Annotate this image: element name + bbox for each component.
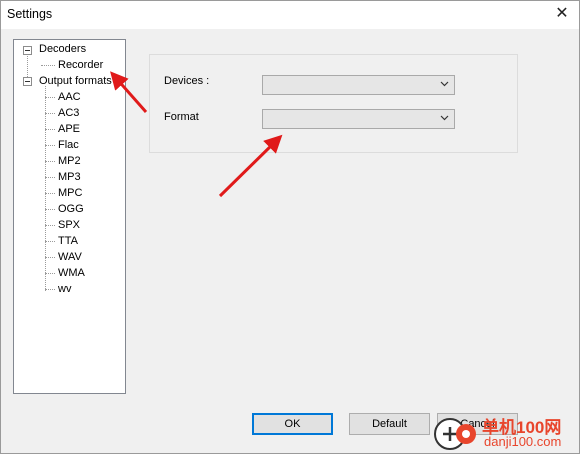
arrow-to-recorder xyxy=(110,71,148,113)
arrow-to-format xyxy=(218,134,283,198)
annotation-arrows xyxy=(110,71,283,198)
watermark: 单机100网 danji100.com xyxy=(430,410,580,454)
watermark-url: danji100.com xyxy=(484,434,562,449)
watermark-logo-icon xyxy=(434,418,476,450)
